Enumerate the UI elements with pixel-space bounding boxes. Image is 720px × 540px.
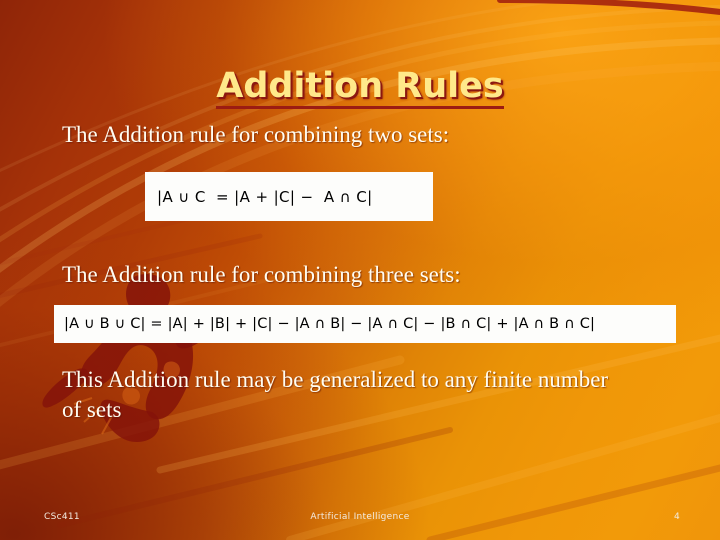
formula-box-two-sets: |A ∪ C = |A + |C| − A ∩ C| [145, 172, 433, 221]
formula-three-sets-text: |A ∪ B ∪ C| = |A| + |B| + |C| − |A ∩ B| … [64, 316, 596, 332]
paragraph-generalization: This Addition rule may be generalized to… [62, 367, 609, 422]
slide-title: Addition Rules [0, 66, 720, 109]
formula-box-three-sets: |A ∪ B ∪ C| = |A| + |B| + |C| − |A ∩ B| … [54, 305, 676, 343]
footer-page-number: 4 [673, 512, 680, 522]
paragraph-three-sets-intro: The Addition rule for combining three se… [62, 262, 461, 287]
formula-two-sets-text: |A ∪ C = |A + |C| − A ∩ C| [157, 187, 373, 206]
slide-title-text: Addition Rules [216, 68, 504, 109]
presentation-slide: Addition Rules The Addition rule for com… [0, 0, 720, 540]
paragraph-two-sets-intro: The Addition rule for combining two sets… [62, 122, 450, 147]
footer-subject: Artificial Intelligence [310, 512, 410, 522]
